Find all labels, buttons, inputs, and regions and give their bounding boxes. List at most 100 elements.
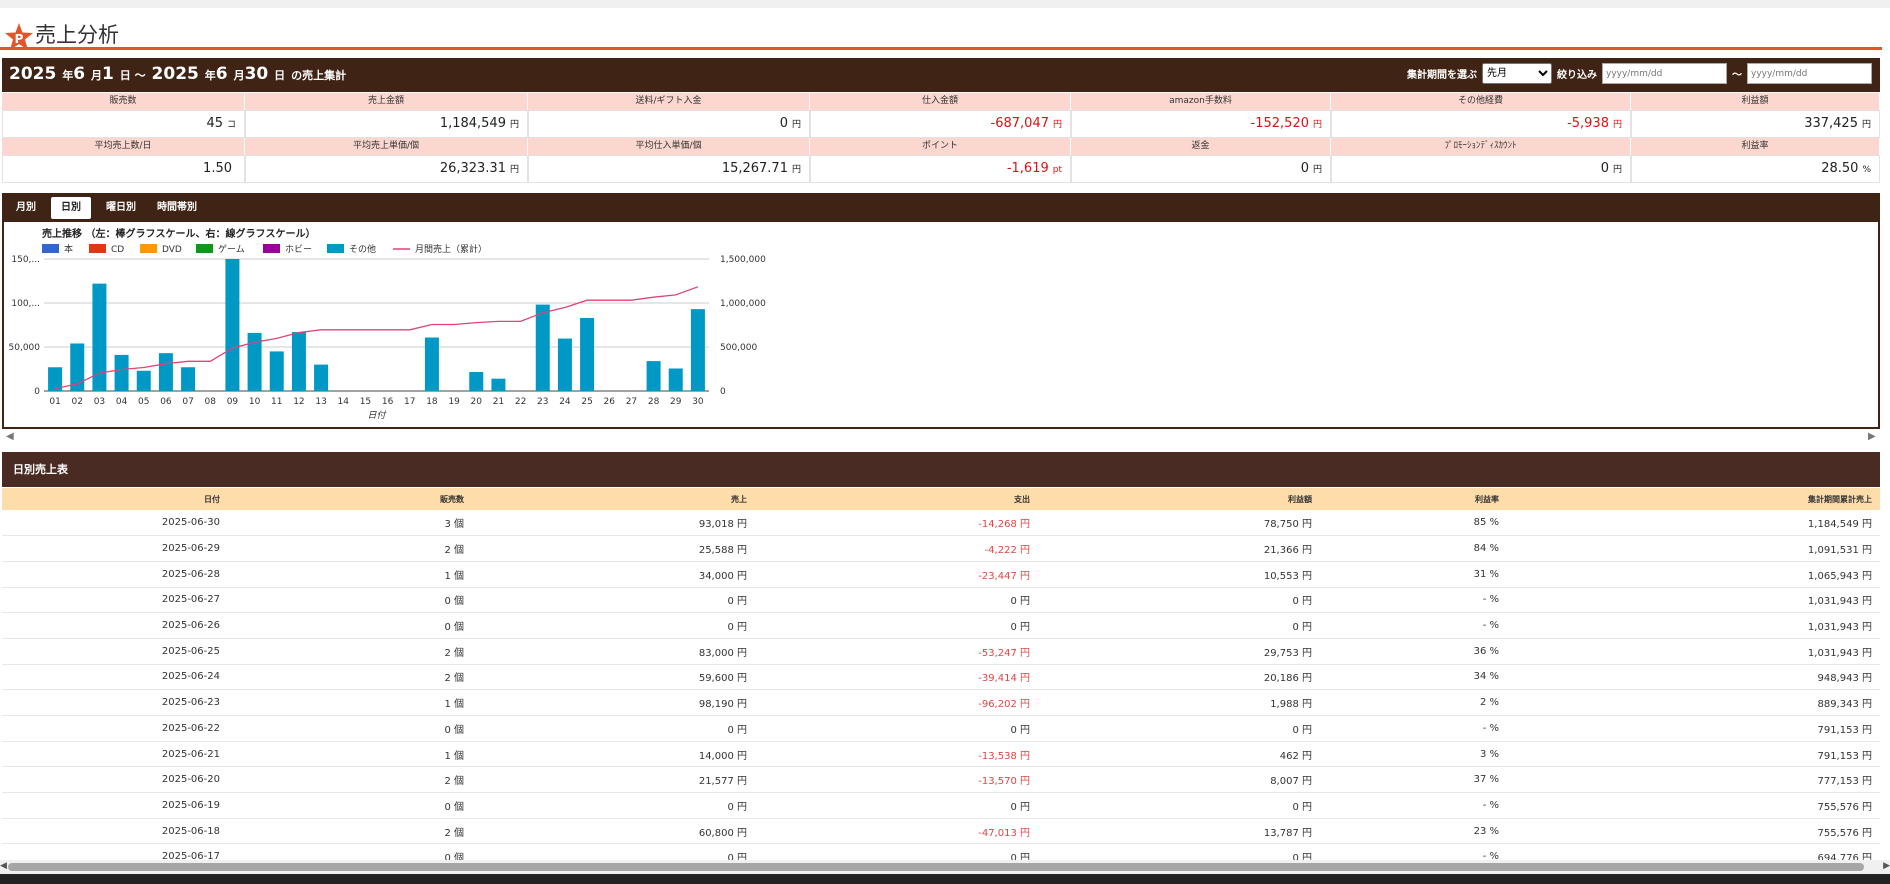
start-year: 2025	[9, 64, 57, 84]
legend-swatch	[327, 244, 344, 253]
summary-value: 1,184,549 円	[245, 110, 528, 138]
summary-unit: 円	[1312, 165, 1322, 175]
period-select-label: 集計期間を選ぶ	[1407, 70, 1477, 81]
summary-number: 26,323.31	[439, 161, 506, 176]
chart-panel: 売上推移 （左：棒グラフスケール、右：線グラフスケール） 本 CD DVD ゲーム ホビー…	[2, 222, 1880, 429]
title-divider	[0, 47, 1882, 50]
table-cell: 2025-06-20	[2, 766, 228, 794]
tilde-separator: ～	[1732, 70, 1742, 81]
summary-unit: pt	[1052, 165, 1062, 175]
summary-unit: 円	[1312, 120, 1322, 130]
scrollbar-thumb[interactable]	[8, 863, 1864, 871]
date-from-input[interactable]	[1602, 63, 1727, 84]
table-cell: 59,600 円	[472, 664, 755, 691]
window-bottom-edge	[0, 874, 1890, 884]
filter-label: 絞り込み	[1557, 70, 1597, 81]
tab-monthly[interactable]: 月別	[6, 197, 46, 219]
table-cell: -13,538 円	[755, 741, 1038, 768]
period-select[interactable]: 先月	[1482, 63, 1552, 84]
summary-value: 1.50	[2, 155, 245, 183]
x-axis-tick: 14	[338, 397, 350, 407]
table-cell: 755,576 円	[1507, 818, 1880, 845]
cumulative-sales-line	[54, 286, 699, 390]
chart-scroll-right-arrow[interactable]: ▶	[1868, 431, 1876, 442]
table-cell: 0 円	[755, 715, 1038, 742]
x-axis-tick: 19	[448, 397, 460, 407]
end-year: 2025	[151, 64, 199, 84]
table-cell: - %	[1320, 612, 1507, 639]
summary-number: -1,619	[1006, 161, 1049, 176]
chart-bar	[469, 372, 484, 391]
table-cell: 34 %	[1320, 664, 1507, 691]
x-axis-tick: 09	[227, 397, 239, 407]
table-cell: 1,988 円	[1038, 689, 1320, 716]
left-axis-tick: 150,...	[11, 255, 40, 265]
table-cell: 25,588 円	[472, 535, 755, 562]
scroll-left-icon[interactable]: ◀	[0, 861, 7, 871]
summary-value: 0円	[1071, 155, 1331, 183]
x-axis-tick: 16	[382, 397, 394, 407]
x-axis-tick: 25	[581, 397, 592, 407]
chart-scroll-left-arrow[interactable]: ◀	[6, 431, 14, 442]
daily-sales-table: 日付 販売数 売上 支出 利益額 利益率 集計期間累計売上 2025-06-30 3 個 93,…	[2, 488, 1880, 871]
table-cell: 2025-06-24	[2, 664, 228, 691]
legend-swatch	[263, 244, 280, 253]
summary-number: 337,425	[1804, 116, 1858, 131]
scroll-right-icon[interactable]: ▶	[1883, 861, 1890, 871]
x-axis-tick: 15	[360, 397, 371, 407]
chart-bar	[114, 354, 129, 391]
table-cell: 83,000 円	[472, 638, 755, 665]
table-cell: 0 円	[472, 715, 755, 742]
summary-number: 45	[206, 116, 223, 131]
summary-label: 平均仕入単価/個	[528, 138, 810, 155]
legend-swatch	[140, 244, 157, 253]
summary-label: 平均売上単価/個	[245, 138, 528, 155]
column-header[interactable]: 利益額	[1038, 488, 1320, 510]
table-cell: -53,247 円	[755, 638, 1038, 665]
table-row: 2025-06-18 2 個 60,800 円 -47,013 円 13,787 円 23…	[2, 818, 1880, 845]
table-cell: 0 円	[472, 792, 755, 819]
summary-number: 1,184,549	[439, 116, 506, 131]
svg-text:P: P	[15, 32, 24, 46]
summary-number: 28.50	[1821, 161, 1859, 176]
column-header[interactable]: 支出	[755, 488, 1038, 510]
summary-value: 0円	[1331, 155, 1631, 183]
table-cell: 60,800 円	[472, 818, 755, 845]
tab-daily[interactable]: 日別	[51, 197, 91, 219]
table-cell: 1 個	[228, 689, 472, 716]
chart-bar	[646, 361, 661, 391]
summary-unit: 円	[1052, 120, 1062, 130]
table-row: 2025-06-22 0 個0 円0 円0 円- % 791,153 円	[2, 715, 1880, 742]
table-cell: 2 個	[228, 818, 472, 845]
column-header[interactable]: 販売数	[228, 488, 472, 510]
column-header[interactable]: 利益率	[1320, 488, 1507, 510]
table-cell: 10,553 円	[1038, 561, 1320, 588]
x-axis-tick: 12	[293, 397, 304, 407]
table-cell: 1 個	[228, 561, 472, 588]
table-cell: 85 %	[1320, 510, 1507, 537]
summary-unit: 円	[509, 165, 519, 175]
tab-hourly[interactable]: 時間帯別	[147, 197, 207, 219]
end-day: 30	[244, 64, 269, 84]
tab-weekday[interactable]: 曜日別	[96, 197, 146, 219]
summary-label: 返金	[1071, 138, 1331, 155]
table-cell: - %	[1320, 792, 1507, 819]
summary-value: 337,425 円	[1631, 110, 1880, 138]
horizontal-scrollbar[interactable]: ◀ ▶	[0, 860, 1890, 874]
day-unit: 日	[274, 69, 286, 82]
column-header[interactable]: 日付	[2, 488, 228, 510]
summary-number: -687,047	[990, 116, 1049, 131]
table-cell: 0 円	[472, 587, 755, 614]
chart-bar	[580, 317, 595, 391]
x-axis-tick: 07	[182, 397, 193, 407]
summary-number: 0	[779, 116, 788, 131]
column-header[interactable]: 売上	[472, 488, 755, 510]
summary-number: 15,267.71	[721, 161, 788, 176]
date-to-input[interactable]	[1747, 63, 1872, 84]
table-cell: - %	[1320, 587, 1507, 614]
summary-header: 2025 年6 月1 日 ～ 2025 年6 月30 日 の売上集計 集計期間を…	[2, 58, 1880, 92]
table-cell: 2 個	[228, 766, 472, 794]
column-header[interactable]: 集計期間累計売上	[1507, 488, 1880, 510]
summary-unit: 円	[509, 120, 519, 130]
x-axis-label: 日付	[367, 410, 386, 421]
